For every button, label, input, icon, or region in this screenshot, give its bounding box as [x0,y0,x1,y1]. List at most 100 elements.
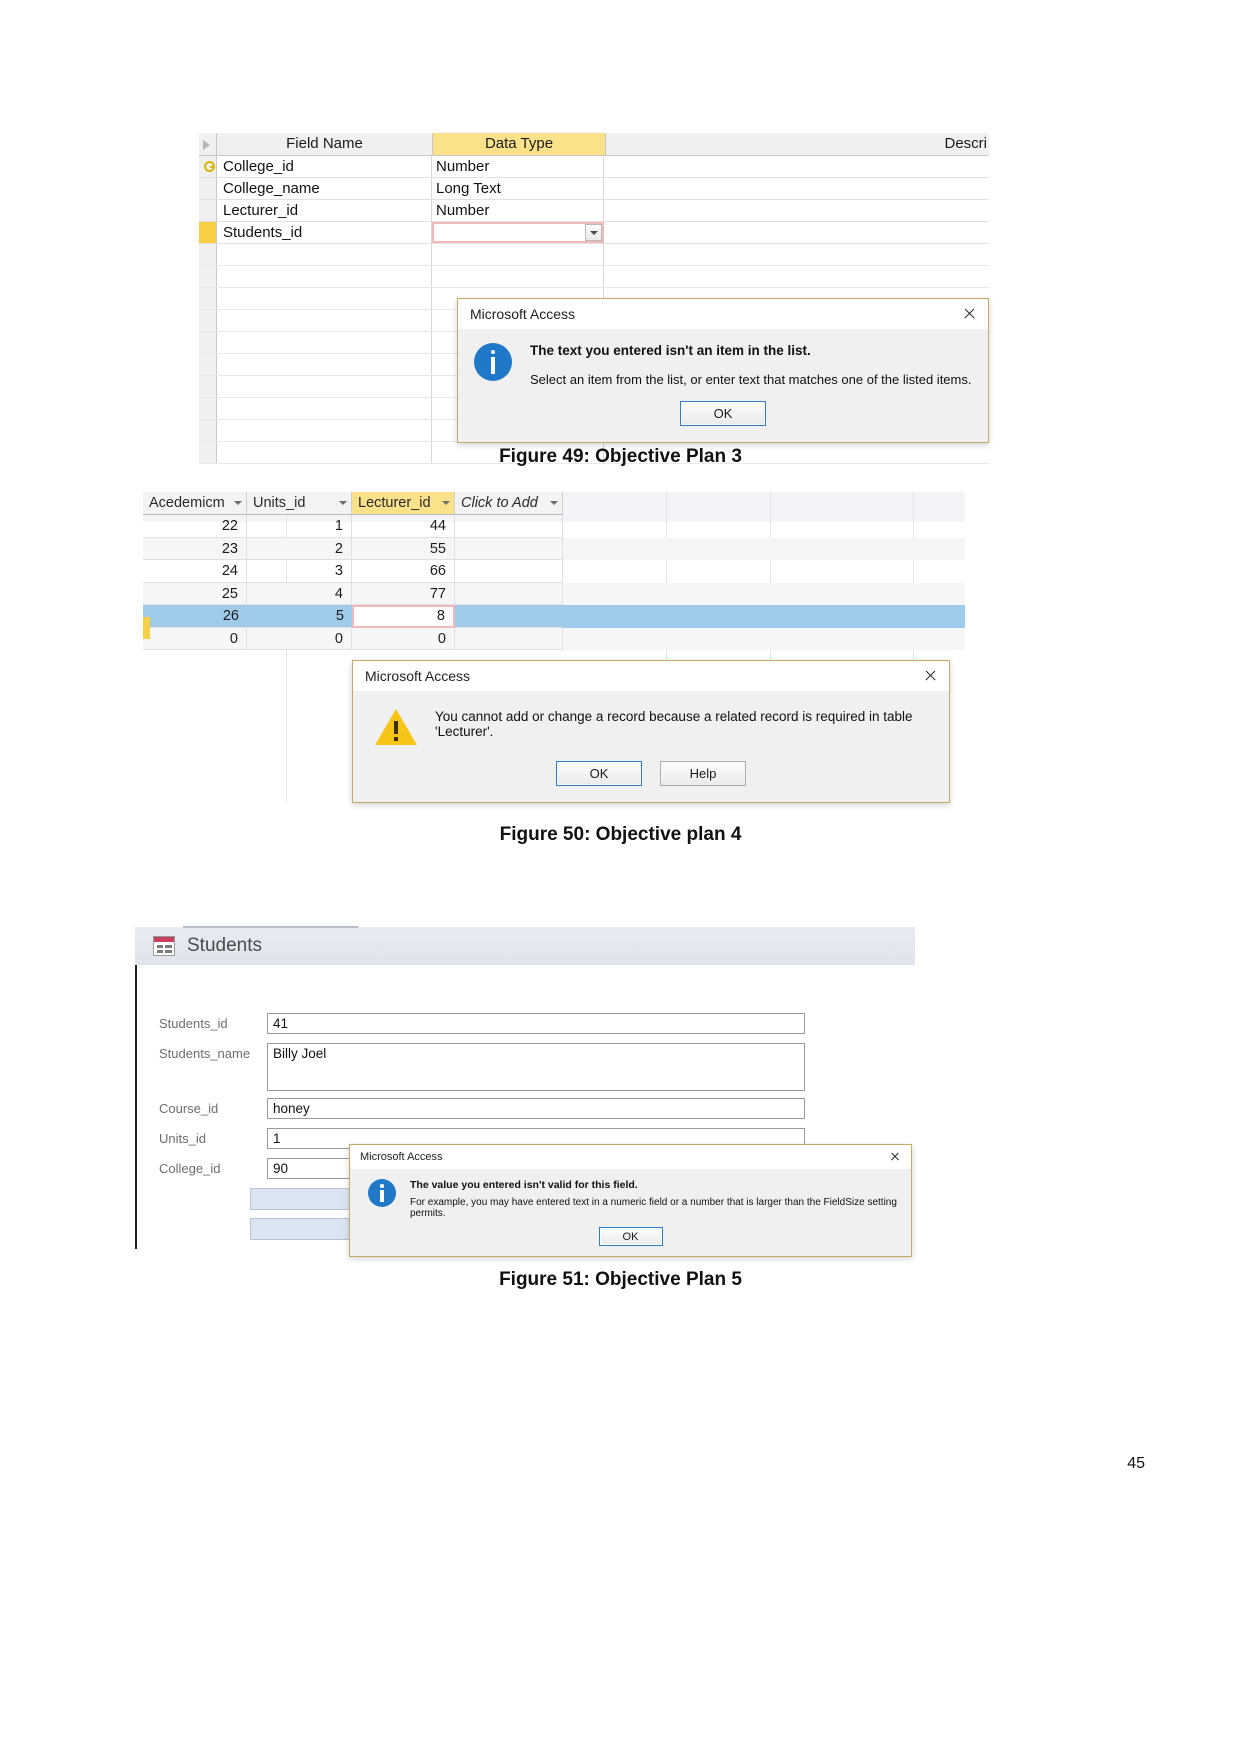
column-header-lecturer-id[interactable]: Lecturer_id [352,492,455,515]
data-type-combobox[interactable] [432,222,604,243]
table-row-empty[interactable] [199,266,989,288]
form-action-button-1[interactable] [250,1188,355,1210]
description-cell[interactable] [604,266,989,287]
cell-add[interactable] [455,560,563,583]
cell-add[interactable] [455,537,563,560]
field-name-cell[interactable] [217,332,432,353]
column-header-data-type[interactable]: Data Type [433,133,606,155]
chevron-down-icon[interactable] [234,501,242,505]
cell-acedemicm[interactable]: 25 [143,582,247,605]
field-name-cell[interactable] [217,310,432,331]
column-header-click-to-add[interactable]: Click to Add [455,492,563,515]
description-cell[interactable] [604,178,989,199]
cell-units-id[interactable]: 3 [247,560,352,583]
primary-key-icon[interactable] [199,156,217,177]
cell-acedemicm[interactable]: 26 [143,605,247,628]
description-cell[interactable] [604,156,989,177]
field-name-cell[interactable]: Students_id [217,222,432,243]
table-row[interactable]: 23 2 55 [143,537,965,560]
cell-units-id[interactable]: 5 [247,605,352,628]
row-selector[interactable] [199,266,217,287]
field-name-cell[interactable] [217,376,432,397]
row-selector[interactable] [199,200,217,221]
cell-acedemicm[interactable]: 24 [143,560,247,583]
data-type-cell[interactable]: Long Text [432,178,604,199]
cell-add[interactable] [455,515,563,538]
chevron-down-icon[interactable] [585,224,602,241]
row-selector[interactable] [199,376,217,397]
field-name-cell[interactable] [217,266,432,287]
row-selector[interactable] [199,178,217,199]
row-selector[interactable] [199,420,217,441]
students-id-input[interactable]: 41 [267,1013,805,1034]
table-row[interactable]: College_name Long Text [199,178,989,200]
cell-lecturer-id[interactable]: 44 [352,515,455,538]
row-selector-current[interactable] [199,222,217,243]
data-type-cell[interactable] [432,244,604,265]
field-name-cell[interactable]: College_id [217,156,432,177]
data-type-cell[interactable]: Number [432,156,604,177]
table-row-active[interactable]: Students_id [199,222,989,244]
cell-acedemicm[interactable]: 0 [143,627,247,650]
table-row-selected[interactable]: 26 5 8 [143,605,965,628]
close-icon[interactable] [883,1147,907,1167]
cell-acedemicm[interactable]: 23 [143,537,247,560]
close-icon[interactable] [915,664,945,688]
column-header-field-name[interactable]: Field Name [217,133,433,155]
cell-add[interactable] [455,605,563,628]
row-selector[interactable] [199,288,217,309]
row-selector[interactable] [199,244,217,265]
table-row-empty[interactable] [199,244,989,266]
row-selector[interactable] [199,332,217,353]
description-cell[interactable] [604,222,989,243]
cell-units-id[interactable]: 4 [247,582,352,605]
select-all-corner[interactable] [199,133,217,155]
cell-units-id[interactable]: 0 [247,627,352,650]
table-row[interactable]: College_id Number [199,156,989,178]
cell-add[interactable] [455,582,563,605]
row-selector[interactable] [199,398,217,419]
description-cell[interactable] [604,244,989,265]
table-row[interactable]: 24 3 66 [143,560,965,583]
field-name-cell[interactable] [217,244,432,265]
field-name-cell[interactable] [217,420,432,441]
field-name-cell[interactable] [217,354,432,375]
column-header-description[interactable]: Descri [606,133,989,155]
data-type-cell[interactable] [432,266,604,287]
close-icon[interactable] [954,302,984,326]
ok-button[interactable]: OK [556,761,642,786]
chevron-down-icon[interactable] [339,501,347,505]
field-name-cell[interactable] [217,288,432,309]
cell-acedemicm[interactable]: 22 [143,515,247,538]
row-selector[interactable] [199,310,217,331]
cell-lecturer-id[interactable]: 55 [352,537,455,560]
cell-add[interactable] [455,627,563,650]
cell-units-id[interactable]: 1 [247,515,352,538]
table-row[interactable]: 22 1 44 [143,515,965,538]
ok-button[interactable]: OK [598,1227,663,1246]
table-row[interactable]: 25 4 77 [143,582,965,605]
field-name-cell[interactable] [217,398,432,419]
description-cell[interactable] [604,200,989,221]
field-name-cell[interactable]: College_name [217,178,432,199]
cell-units-id[interactable]: 2 [247,537,352,560]
cell-lecturer-id[interactable]: 66 [352,560,455,583]
help-button[interactable]: Help [660,761,746,786]
cell-lecturer-id-editing[interactable]: 8 [352,605,455,628]
students-name-input[interactable]: Billy Joel [267,1043,805,1091]
chevron-down-icon[interactable] [550,501,558,505]
field-name-cell[interactable]: Lecturer_id [217,200,432,221]
course-id-input[interactable]: honey [267,1098,805,1119]
column-header-acedemicm[interactable]: Acedemicm [143,492,247,515]
cell-lecturer-id[interactable]: 0 [352,627,455,650]
table-row[interactable]: Lecturer_id Number [199,200,989,222]
table-row-new[interactable]: 0 0 0 [143,627,965,650]
row-selector[interactable] [199,354,217,375]
column-header-units-id[interactable]: Units_id [247,492,352,515]
chevron-down-icon[interactable] [442,501,450,505]
cell-lecturer-id[interactable]: 77 [352,582,455,605]
form-action-button-2[interactable] [250,1218,355,1240]
ok-button[interactable]: OK [680,401,766,426]
data-type-cell[interactable]: Number [432,200,604,221]
record-selector-current[interactable] [143,617,150,639]
